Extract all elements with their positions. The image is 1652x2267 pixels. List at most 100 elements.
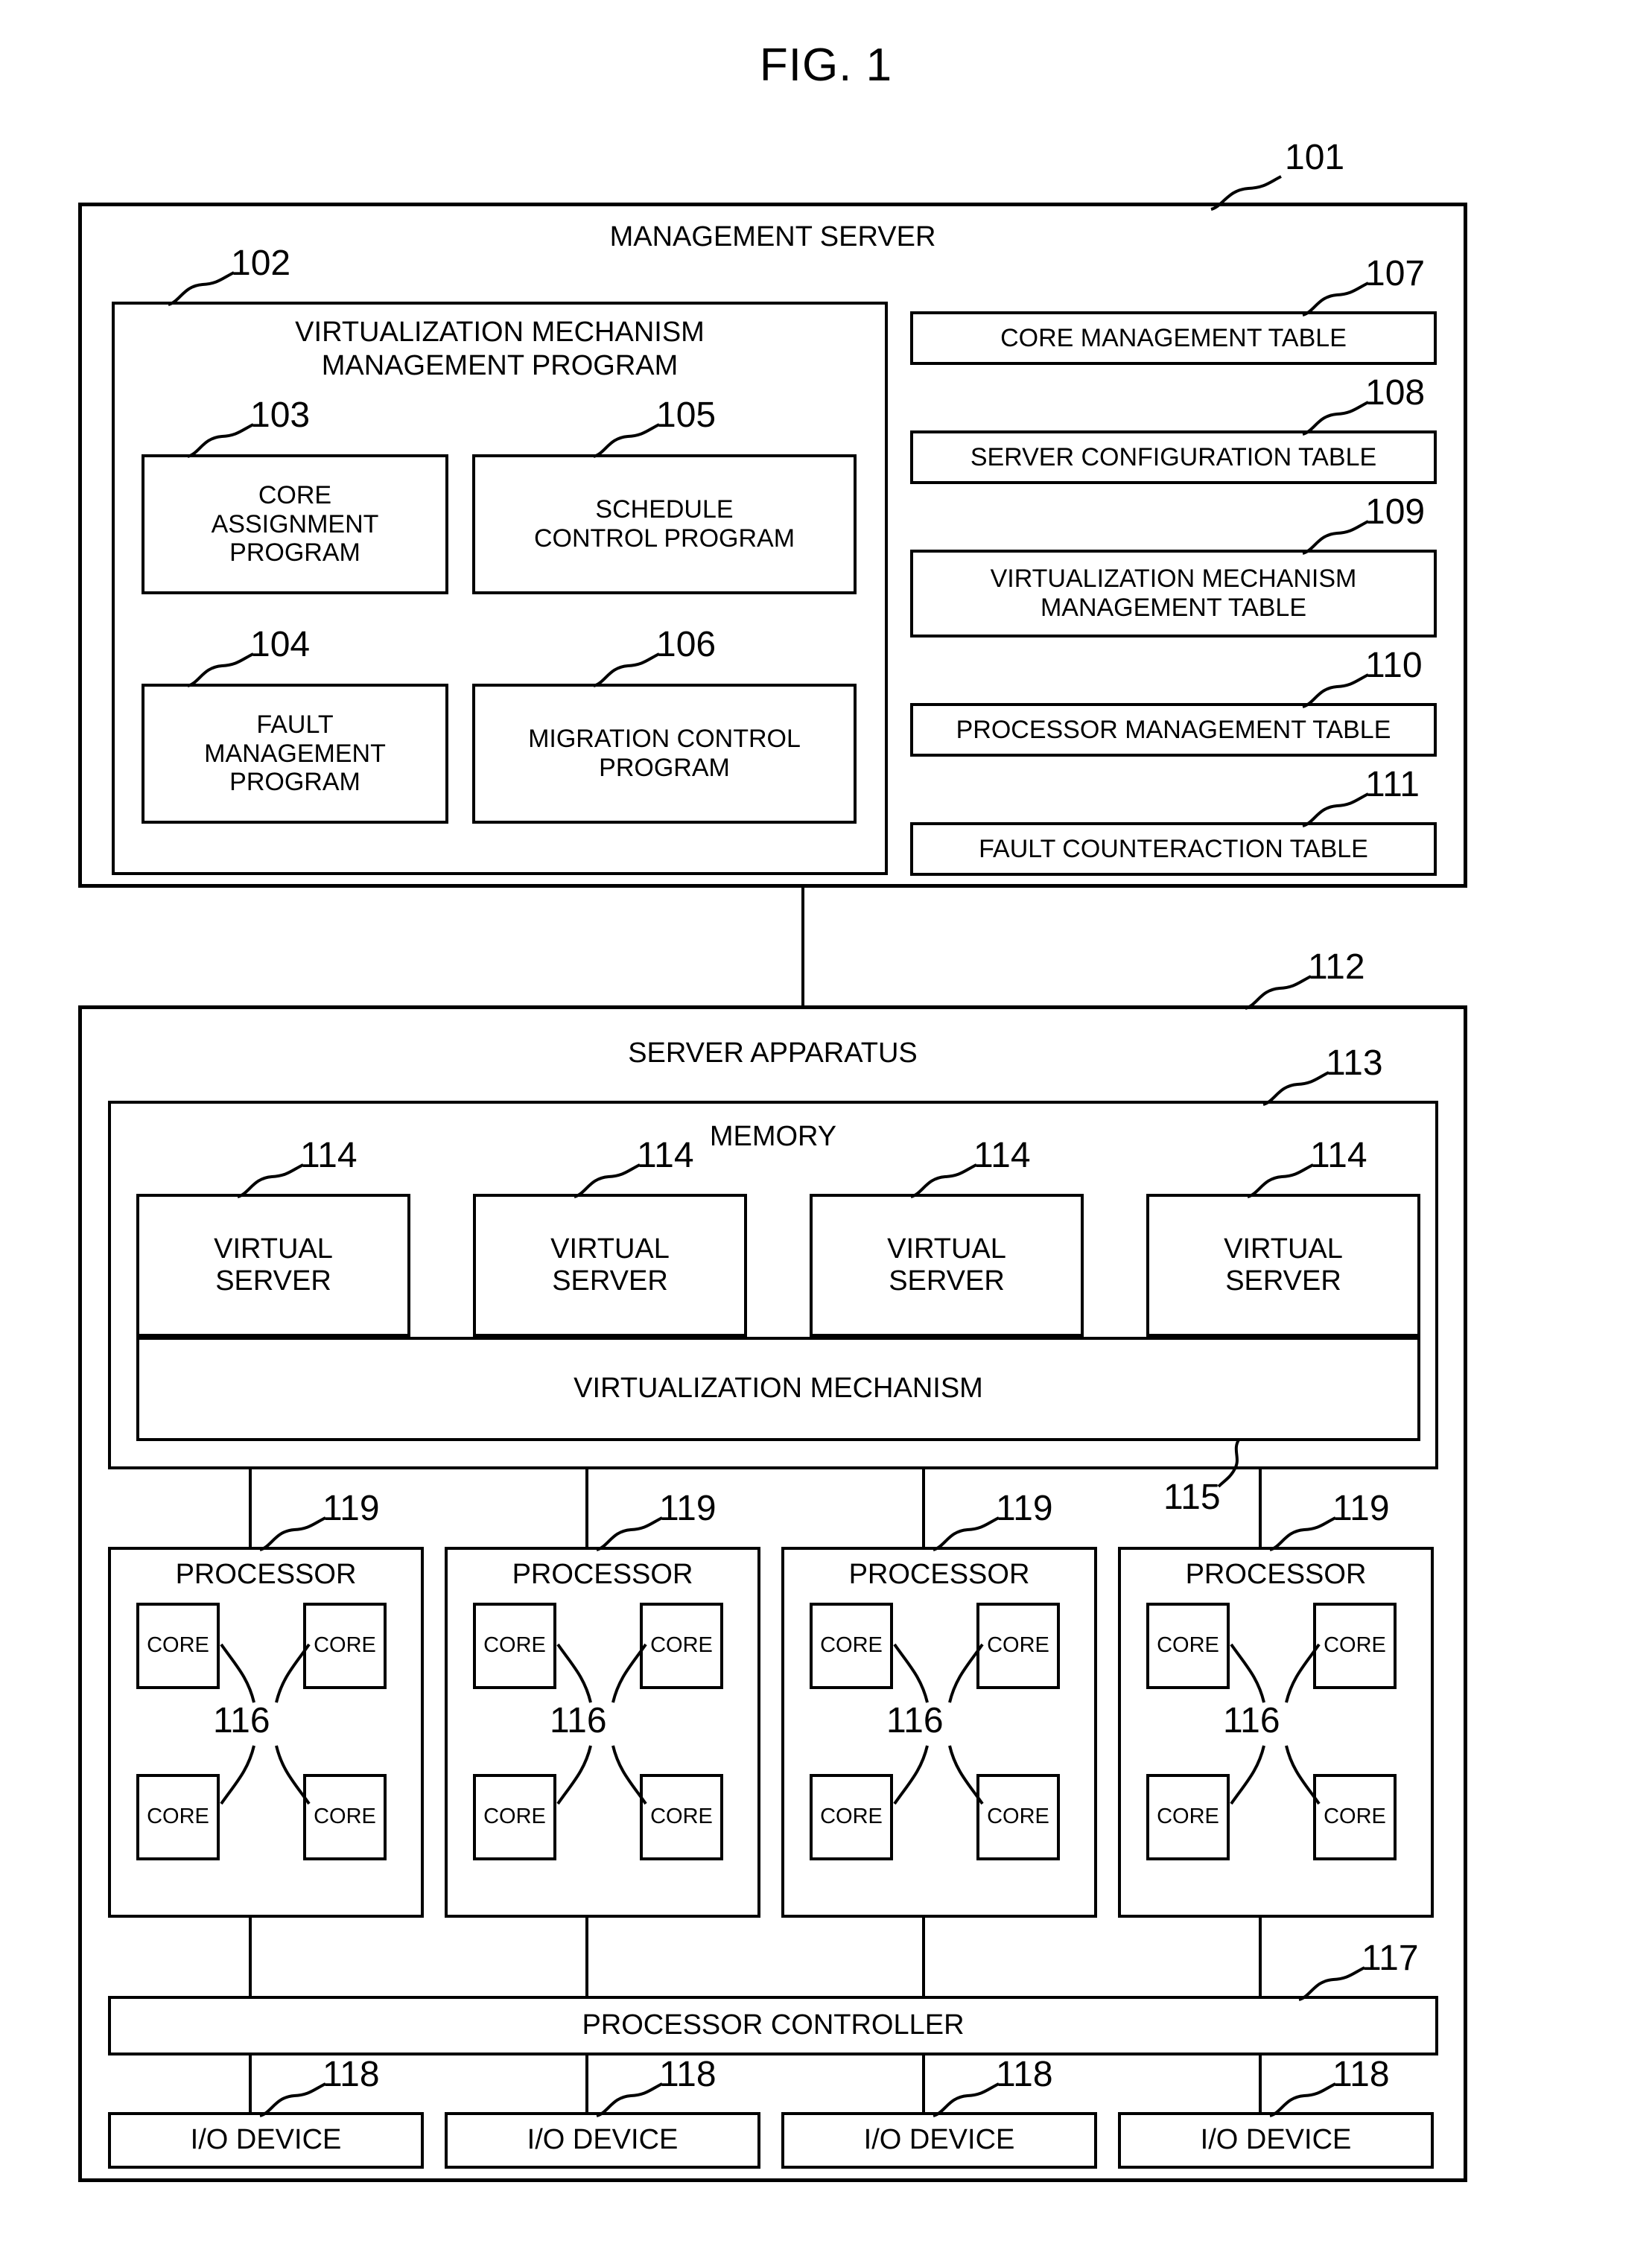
ref-118-1: 118 xyxy=(323,2055,380,2094)
core-box-3-4: CORE xyxy=(976,1774,1060,1860)
ref-102: 102 xyxy=(231,244,291,283)
io-device-box-4: I/O DEVICE xyxy=(1118,2112,1434,2169)
memory-processor-connector-2 xyxy=(585,1469,588,1547)
ref-118-4: 118 xyxy=(1332,2055,1390,2094)
ref-119-3: 119 xyxy=(996,1489,1053,1528)
ref-110: 110 xyxy=(1365,646,1423,685)
io-device-label-1: I/O DEVICE xyxy=(190,2124,342,2156)
core-label-2-2: CORE xyxy=(650,1633,713,1658)
ref-101: 101 xyxy=(1285,138,1345,177)
ref-114-1: 114 xyxy=(300,1136,358,1175)
ref-114-4: 114 xyxy=(1310,1136,1367,1175)
io-device-label-4: I/O DEVICE xyxy=(1200,2124,1352,2156)
processor-label-4: PROCESSOR xyxy=(1185,1559,1367,1590)
processor-label-2: PROCESSOR xyxy=(512,1559,693,1590)
core-label-1-1: CORE xyxy=(147,1633,209,1658)
ref-117: 117 xyxy=(1362,1939,1419,1978)
io-device-label-3: I/O DEVICE xyxy=(863,2124,1015,2156)
ref-104: 104 xyxy=(250,625,311,664)
core-box-3-2: CORE xyxy=(976,1603,1060,1689)
virtual-server-label-4: VIRTUAL SERVER xyxy=(1224,1233,1343,1297)
migration-control-program-box: MIGRATION CONTROL PROGRAM xyxy=(472,684,857,824)
core-label-2-4: CORE xyxy=(650,1805,713,1829)
core-label-4-1: CORE xyxy=(1157,1633,1219,1658)
server-configuration-table-label: SERVER CONFIGURATION TABLE xyxy=(970,442,1377,471)
core-management-table-label: CORE MANAGEMENT TABLE xyxy=(1000,323,1347,352)
core-label-3-2: CORE xyxy=(987,1633,1049,1658)
core-label-4-4: CORE xyxy=(1324,1805,1386,1829)
ref-107: 107 xyxy=(1365,254,1426,293)
virtual-server-label-3: VIRTUAL SERVER xyxy=(887,1233,1006,1297)
io-device-box-2: I/O DEVICE xyxy=(445,2112,760,2169)
fault-management-program-label: FAULT MANAGEMENT PROGRAM xyxy=(204,710,386,797)
ref-119-4: 119 xyxy=(1332,1489,1390,1528)
processor-controller-box: PROCESSOR CONTROLLER xyxy=(108,1996,1438,2055)
core-box-2-4: CORE xyxy=(640,1774,723,1860)
core-box-4-3: CORE xyxy=(1146,1774,1230,1860)
core-label-3-4: CORE xyxy=(987,1805,1049,1829)
virtual-server-box-4: VIRTUAL SERVER xyxy=(1146,1194,1420,1337)
core-box-1-2: CORE xyxy=(303,1603,387,1689)
ref-114-2: 114 xyxy=(637,1136,694,1175)
ref-112: 112 xyxy=(1308,947,1365,987)
processor-controller-connector-2 xyxy=(585,1918,588,1996)
ref-118-3: 118 xyxy=(996,2055,1053,2094)
core-box-1-3: CORE xyxy=(136,1774,220,1860)
ref-119-1: 119 xyxy=(323,1489,380,1528)
core-label-4-2: CORE xyxy=(1324,1633,1386,1658)
ref-116-4: 116 xyxy=(1223,1701,1280,1740)
processor-controller-connector-1 xyxy=(249,1918,252,1996)
ref-115: 115 xyxy=(1163,1478,1221,1517)
virtualization-mechanism-management-table-box: VIRTUALIZATION MECHANISM MANAGEMENT TABL… xyxy=(910,550,1437,638)
core-label-3-1: CORE xyxy=(820,1633,883,1658)
processor-label-3: PROCESSOR xyxy=(848,1559,1030,1590)
core-label-2-1: CORE xyxy=(483,1633,546,1658)
fault-counteraction-table-box: FAULT COUNTERACTION TABLE xyxy=(910,822,1437,876)
virtual-server-box-1: VIRTUAL SERVER xyxy=(136,1194,410,1337)
memory-processor-connector-4 xyxy=(1259,1469,1262,1547)
processor-controller-label: PROCESSOR CONTROLLER xyxy=(582,2009,965,2041)
core-label-4-3: CORE xyxy=(1157,1805,1219,1829)
core-label-1-3: CORE xyxy=(147,1805,209,1829)
processor-controller-connector-3 xyxy=(922,1918,925,1996)
core-assignment-program-box: CORE ASSIGNMENT PROGRAM xyxy=(142,454,448,594)
memory-processor-connector-3 xyxy=(922,1469,925,1547)
ref-116-2: 116 xyxy=(550,1701,607,1740)
core-box-2-1: CORE xyxy=(473,1603,556,1689)
virtualization-mechanism-label: VIRTUALIZATION MECHANISM xyxy=(574,1373,983,1405)
server-configuration-table-box: SERVER CONFIGURATION TABLE xyxy=(910,430,1437,484)
virtual-server-label-2: VIRTUAL SERVER xyxy=(550,1233,670,1297)
ref-109: 109 xyxy=(1365,492,1426,532)
ref-114-3: 114 xyxy=(973,1136,1031,1175)
core-box-3-1: CORE xyxy=(810,1603,893,1689)
ref-105: 105 xyxy=(656,395,717,435)
processor-management-table-label: PROCESSOR MANAGEMENT TABLE xyxy=(956,715,1391,744)
core-label-3-3: CORE xyxy=(820,1805,883,1829)
figure-title: FIG. 1 xyxy=(759,39,893,91)
core-management-table-box: CORE MANAGEMENT TABLE xyxy=(910,311,1437,365)
core-label-1-2: CORE xyxy=(314,1633,376,1658)
ref-116-1: 116 xyxy=(213,1701,270,1740)
virtual-server-box-3: VIRTUAL SERVER xyxy=(810,1194,1084,1337)
core-box-1-1: CORE xyxy=(136,1603,220,1689)
core-box-2-2: CORE xyxy=(640,1603,723,1689)
fault-counteraction-table-label: FAULT COUNTERACTION TABLE xyxy=(979,834,1368,863)
vmm-program-title-line2: MANAGEMENT PROGRAM xyxy=(321,350,679,381)
figure-canvas: FIG. 1 101 MANAGEMENT SERVER 102 VIRTUAL… xyxy=(0,0,1652,2267)
processor-management-table-box: PROCESSOR MANAGEMENT TABLE xyxy=(910,703,1437,757)
core-assignment-program-label: CORE ASSIGNMENT PROGRAM xyxy=(211,480,379,567)
memory-processor-connector-1 xyxy=(249,1469,252,1547)
virtualization-mechanism-box: VIRTUALIZATION MECHANISM xyxy=(136,1337,1420,1441)
ref-119-2: 119 xyxy=(659,1489,717,1528)
core-box-3-3: CORE xyxy=(810,1774,893,1860)
virtual-server-label-1: VIRTUAL SERVER xyxy=(214,1233,333,1297)
ref-118-2: 118 xyxy=(659,2055,717,2094)
processor-label-1: PROCESSOR xyxy=(175,1559,357,1590)
ref-113: 113 xyxy=(1326,1043,1383,1083)
core-box-4-1: CORE xyxy=(1146,1603,1230,1689)
ref-116-3: 116 xyxy=(886,1701,944,1740)
virtualization-mechanism-management-table-label: VIRTUALIZATION MECHANISM MANAGEMENT TABL… xyxy=(990,565,1357,622)
ref-108: 108 xyxy=(1365,373,1426,413)
core-box-1-4: CORE xyxy=(303,1774,387,1860)
core-box-4-2: CORE xyxy=(1313,1603,1397,1689)
